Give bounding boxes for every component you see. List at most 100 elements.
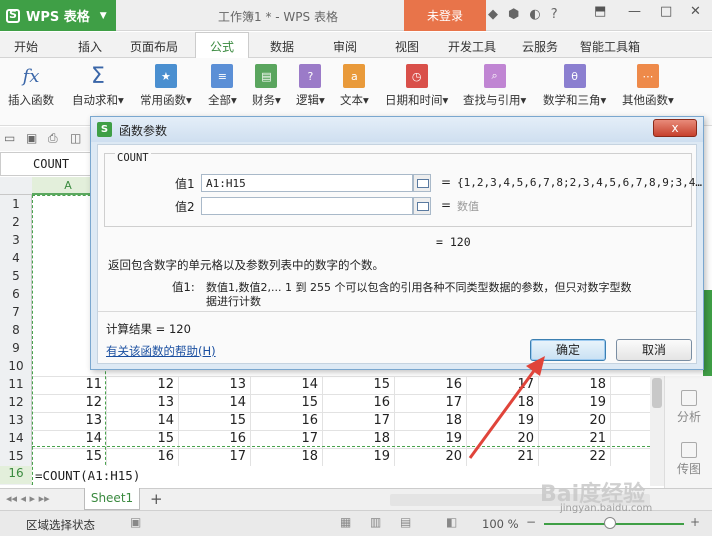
zoom-slider-thumb[interactable]	[604, 517, 616, 529]
cell[interactable]: 14	[278, 377, 318, 392]
skin-icon[interactable]: ◆	[488, 7, 498, 22]
cell[interactable]: 20	[494, 431, 534, 446]
cell[interactable]: 15	[278, 395, 318, 410]
help-icon[interactable]: ?	[551, 7, 558, 22]
arg1-input[interactable]: A1:H15	[201, 174, 413, 192]
cancel-button[interactable]: 取消	[616, 339, 692, 361]
arg2-collapse-icon[interactable]	[413, 197, 431, 215]
autosum-button[interactable]: Σ 自动求和▾	[72, 64, 124, 108]
all-functions-button[interactable]: ≡ 全部▾	[208, 64, 237, 108]
cell[interactable]: 18	[350, 431, 390, 446]
view-page-icon[interactable]: ▥	[370, 515, 381, 529]
row-number[interactable]: 11	[0, 377, 32, 391]
cell[interactable]: 14	[206, 395, 246, 410]
add-sheet-icon[interactable]: +	[150, 490, 163, 508]
tab-developer[interactable]: 开发工具	[448, 38, 496, 55]
arg2-input[interactable]	[201, 197, 413, 215]
tab-review[interactable]: 审阅	[333, 38, 357, 55]
tab-data[interactable]: 数据	[270, 38, 294, 55]
row-number[interactable]: 15	[0, 449, 32, 463]
row-number[interactable]: 1	[0, 197, 32, 211]
cell[interactable]: 17	[422, 395, 462, 410]
vertical-scrollbar[interactable]	[650, 376, 664, 486]
row-number[interactable]: 12	[0, 395, 32, 409]
cell[interactable]: 16	[206, 431, 246, 446]
close-window-icon[interactable]: ✕	[690, 4, 701, 19]
row-number[interactable]: 8	[0, 323, 32, 337]
date-time-button[interactable]: ◷ 日期和时间▾	[385, 64, 448, 108]
wps-menu-button[interactable]: WPS 表格 ▼	[0, 0, 116, 31]
cell[interactable]: 20	[566, 413, 606, 428]
cell[interactable]: 19	[566, 395, 606, 410]
row-number[interactable]: 9	[0, 341, 32, 355]
math-trig-button[interactable]: θ 数学和三角▾	[543, 64, 606, 108]
row-number[interactable]: 2	[0, 215, 32, 229]
tab-smart-tools[interactable]: 智能工具箱	[580, 38, 640, 55]
analysis-button[interactable]: 分析	[671, 390, 707, 425]
login-button[interactable]: 未登录	[404, 0, 486, 31]
print-icon[interactable]: ⎙	[48, 131, 58, 146]
row-number[interactable]: 10	[0, 359, 32, 373]
cell[interactable]: 12	[134, 377, 174, 392]
row-number[interactable]: 7	[0, 305, 32, 319]
common-functions-button[interactable]: ★ 常用函数▾	[140, 64, 192, 108]
dialog-titlebar[interactable]: S 函数参数 x	[91, 117, 703, 142]
minimize-icon[interactable]: —	[628, 4, 641, 19]
cell[interactable]: 15	[350, 377, 390, 392]
cell[interactable]: 13	[206, 377, 246, 392]
cell[interactable]: 16	[422, 377, 462, 392]
other-functions-button[interactable]: ⋯ 其他函数▾	[622, 64, 674, 108]
tab-start[interactable]: 开始	[14, 38, 38, 55]
restore-icon[interactable]: ⬒	[594, 4, 606, 19]
sheet-nav-icons[interactable]: ◂◂ ◂ ▸ ▸▸	[6, 492, 50, 505]
help-link[interactable]: 有关该函数的帮助(H)	[106, 343, 216, 359]
cell[interactable]: 17	[494, 377, 534, 392]
row-number[interactable]: 3	[0, 233, 32, 247]
row-number[interactable]: 6	[0, 287, 32, 301]
ok-button[interactable]: 确定	[530, 339, 606, 361]
dialog-close-button[interactable]: x	[653, 119, 697, 137]
row-number[interactable]: 13	[0, 413, 32, 427]
cell[interactable]: 15	[206, 413, 246, 428]
tab-formula[interactable]: 公式	[195, 32, 250, 58]
open-icon[interactable]: ▭	[4, 131, 15, 145]
arg1-collapse-icon[interactable]	[413, 174, 431, 192]
insert-function-button[interactable]: fx 插入函数	[8, 64, 54, 108]
row-number[interactable]: 14	[0, 431, 32, 445]
reading-mode-icon[interactable]: ◧	[446, 515, 457, 529]
cell[interactable]: 19	[422, 431, 462, 446]
cell[interactable]: 13	[134, 395, 174, 410]
cell[interactable]: 18	[566, 377, 606, 392]
save-icon[interactable]: ▣	[26, 131, 37, 145]
cell[interactable]: 14	[134, 413, 174, 428]
sheet-tab-sheet1[interactable]: Sheet1	[84, 488, 140, 510]
upload-image-button[interactable]: 传图	[671, 442, 707, 477]
status-icon[interactable]: ▣	[130, 515, 141, 529]
row-number[interactable]: 4	[0, 251, 32, 265]
scroll-thumb[interactable]	[652, 378, 662, 408]
cell[interactable]: 18	[494, 395, 534, 410]
row-number[interactable]: 5	[0, 269, 32, 283]
name-box[interactable]: COUNT	[0, 152, 96, 176]
logic-button[interactable]: ? 逻辑▾	[296, 64, 325, 108]
preview-icon[interactable]: ◫	[70, 131, 81, 145]
view-break-icon[interactable]: ▤	[400, 515, 411, 529]
cell[interactable]: 17	[350, 413, 390, 428]
tab-insert[interactable]: 插入	[78, 38, 102, 55]
doc-icon[interactable]: ◐	[529, 7, 540, 22]
row-number-active[interactable]: 16	[0, 466, 32, 484]
cube-icon[interactable]: ⬢	[508, 7, 519, 22]
tab-cloud[interactable]: 云服务	[522, 38, 558, 55]
text-button[interactable]: a 文本▾	[340, 64, 369, 108]
cell[interactable]: 19	[494, 413, 534, 428]
cell[interactable]: 15	[134, 431, 174, 446]
cell[interactable]: 16	[350, 395, 390, 410]
finance-button[interactable]: ▤ 财务▾	[252, 64, 281, 108]
cell[interactable]: 17	[278, 431, 318, 446]
zoom-in-icon[interactable]: +	[690, 515, 700, 529]
lookup-reference-button[interactable]: ⌕ 查找与引用▾	[463, 64, 526, 108]
tab-page-layout[interactable]: 页面布局	[130, 38, 178, 55]
cell[interactable]: 16	[278, 413, 318, 428]
tab-view[interactable]: 视图	[395, 38, 419, 55]
view-normal-icon[interactable]: ▦	[340, 515, 351, 529]
